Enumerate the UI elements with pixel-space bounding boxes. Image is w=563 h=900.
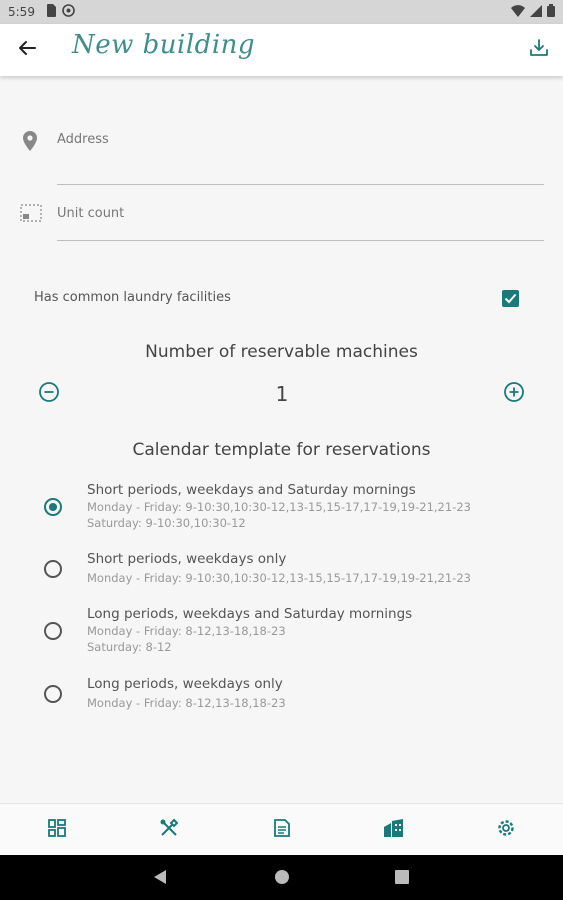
address-field[interactable]: Address [0,126,563,188]
tools-icon [159,818,179,842]
system-navigation-bar [0,855,563,900]
laundry-facilities-checkbox[interactable] [502,290,519,307]
calendar-title: Calendar template for reservations [132,440,431,460]
machines-count: 1 [275,382,289,406]
app-bar: New building [0,24,563,76]
calendar-option-long-weekdays[interactable]: Long periods, weekdays only Monday - Fri… [0,676,563,716]
unit-count-placeholder: Unit count [57,206,125,221]
option-title: Long periods, weekdays and Saturday morn… [87,606,413,622]
bottom-navigation [0,803,563,855]
download-icon [529,39,549,61]
address-placeholder: Address [57,132,109,147]
laundry-facilities-row[interactable]: Has common laundry facilities [0,282,563,314]
location-pin-icon [20,130,40,156]
recents-square-icon[interactable] [395,869,409,888]
radio-button-selected[interactable] [44,498,62,516]
calendar-option-short-weekdays[interactable]: Short periods, weekdays only Monday - Fr… [0,551,563,591]
option-title: Short periods, weekdays only [87,551,287,567]
checkmark-icon [504,289,517,308]
machines-title: Number of reservable machines [145,342,418,362]
building-icon [383,818,405,842]
option-title: Short periods, weekdays and Saturday mor… [87,482,416,498]
option-schedule-line: Monday - Friday: 9-10:30,10:30-12,13-15,… [87,500,471,514]
back-button[interactable] [12,36,42,64]
option-schedule-line: Saturday: 8-12 [87,640,172,654]
nav-tools[interactable] [157,818,181,842]
laundry-facilities-label: Has common laundry facilities [34,290,231,305]
back-triangle-icon[interactable] [153,869,167,889]
nav-buildings[interactable] [382,818,406,842]
download-button[interactable] [525,36,553,64]
sync-icon [62,4,75,20]
calendar-option-short-weekdays-saturday[interactable]: Short periods, weekdays and Saturday mor… [0,482,563,534]
option-title: Long periods, weekdays only [87,676,283,692]
plus-circle-icon [503,381,525,407]
radio-button[interactable] [44,560,62,578]
radio-button[interactable] [44,685,62,703]
calendar-option-long-weekdays-saturday[interactable]: Long periods, weekdays and Saturday morn… [0,606,563,658]
nav-documents[interactable] [270,818,294,842]
dashboard-icon [47,818,67,842]
page-title: New building [72,30,256,60]
arrow-left-icon [18,40,36,60]
home-circle-icon[interactable] [274,869,290,889]
address-underline [57,184,544,185]
status-right-icons [511,4,555,20]
option-schedule-line: Monday - Friday: 8-12,13-18,18-23 [87,624,286,638]
settings-icon [496,818,516,842]
nav-dashboard[interactable] [45,818,69,842]
increment-button[interactable] [502,382,526,406]
sim-card-icon [46,4,56,20]
unit-count-field[interactable]: Unit count [0,200,563,244]
status-left-icons [46,4,75,20]
option-schedule-line: Saturday: 9-10:30,10:30-12 [87,516,246,530]
wifi-icon [511,4,525,20]
option-schedule-line: Monday - Friday: 9-10:30,10:30-12,13-15,… [87,571,471,585]
radio-button[interactable] [44,622,62,640]
option-schedule-line: Monday - Friday: 8-12,13-18,18-23 [87,696,286,710]
unit-count-underline [57,240,544,241]
status-time: 5:59 [8,5,35,19]
status-bar: 5:59 [0,0,563,24]
document-icon [273,818,291,842]
battery-icon [547,4,555,20]
nav-settings[interactable] [494,818,518,842]
units-icon [20,204,42,226]
minus-circle-icon [38,381,60,407]
signal-icon [530,4,542,20]
decrement-button[interactable] [37,382,61,406]
